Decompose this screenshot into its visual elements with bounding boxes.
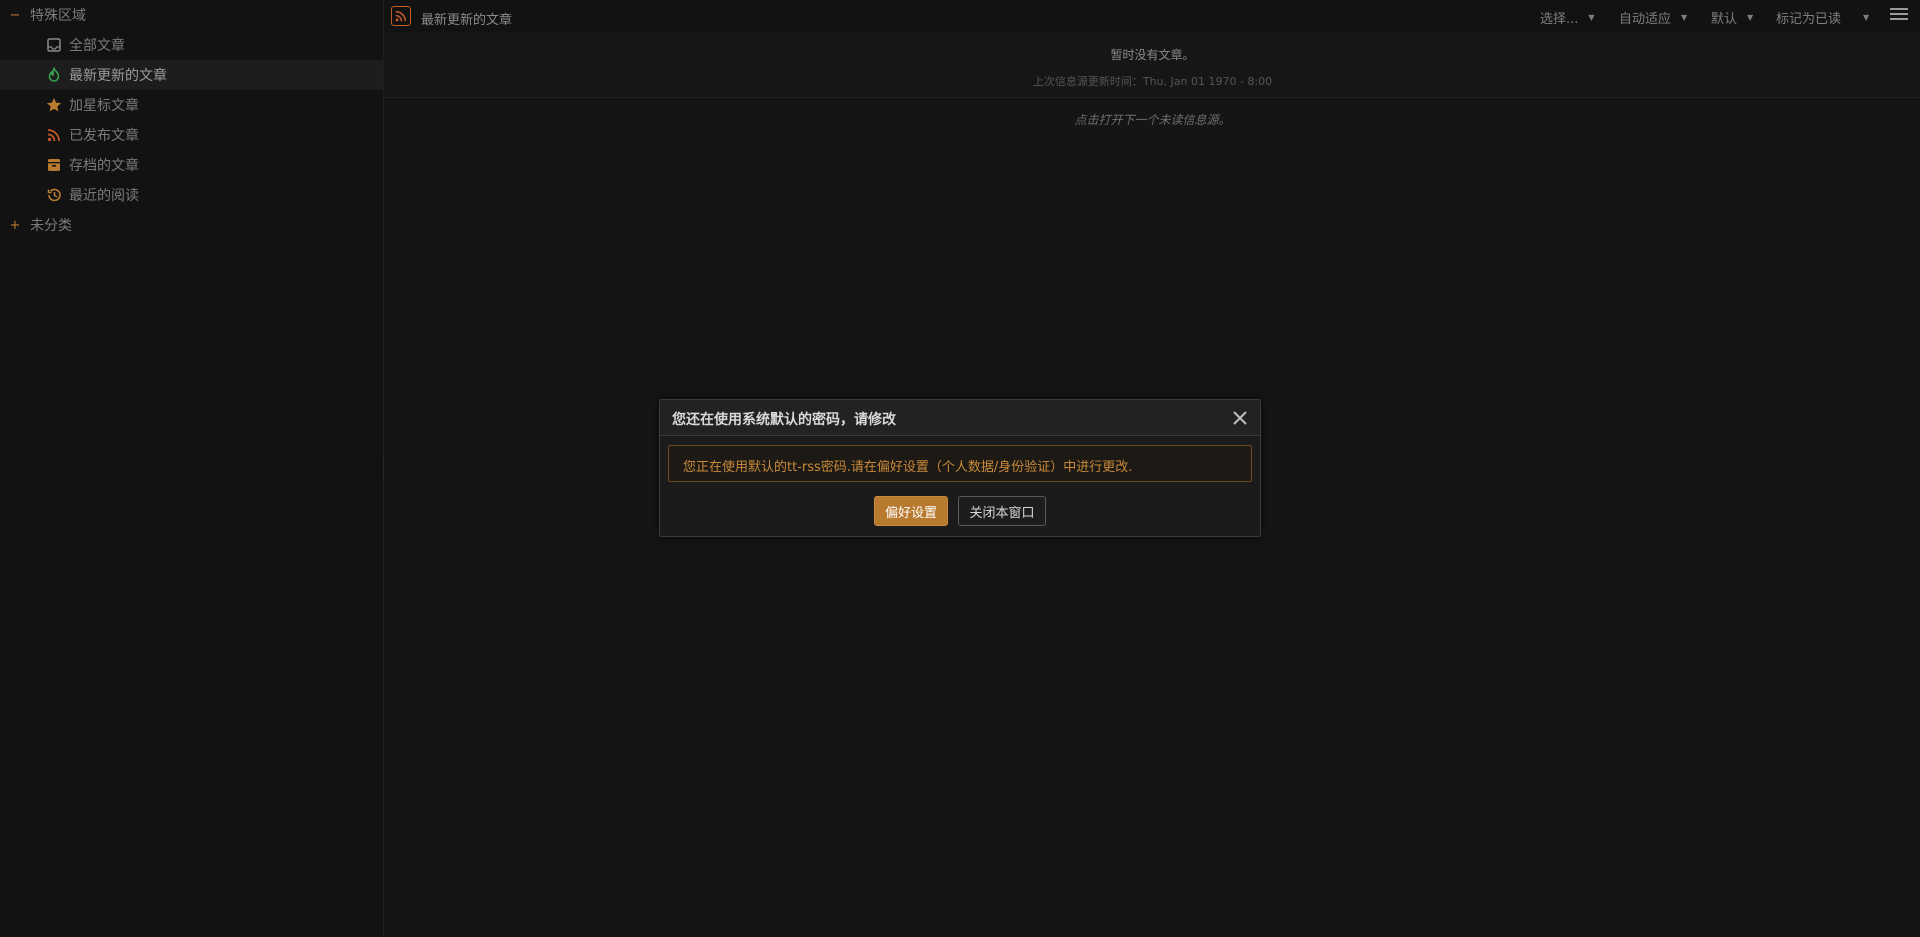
feed-tree-sidebar: − 特殊区域 全部文章 最新更新的文章 加星标文章 已发布文章 存档的文章 最近… — [0, 0, 384, 937]
default-password-dialog: 您还在使用系统默认的密码，请修改 您正在使用默认的tt-rss密码.请在偏好设置… — [659, 399, 1261, 537]
feed-recently-read[interactable]: 最近的阅读 — [0, 180, 383, 210]
category-uncategorized[interactable]: + 未分类 — [0, 210, 383, 240]
order-label: 默认 — [1711, 12, 1738, 27]
select-dropdown[interactable]: 选择... ▼ — [1540, 8, 1595, 27]
feed-label: 全部文章 — [69, 38, 125, 54]
feed-fresh-articles[interactable]: 最新更新的文章 — [0, 60, 383, 90]
app-window: − 特殊区域 全部文章 最新更新的文章 加星标文章 已发布文章 存档的文章 最近… — [0, 0, 1920, 937]
warning-message: 您正在使用默认的tt-rss密码.请在偏好设置（个人数据/身份验证）中进行更改. — [683, 460, 1133, 475]
inbox-icon — [45, 36, 63, 54]
feed-label: 已发布文章 — [69, 128, 139, 144]
dialog-title: 您还在使用系统默认的密码，请修改 — [672, 412, 896, 428]
feed-archived-articles[interactable]: 存档的文章 — [0, 150, 383, 180]
chevron-down-icon: ▼ — [1588, 13, 1595, 22]
mark-read-label: 标记为已读 — [1776, 12, 1842, 27]
feed-all-articles[interactable]: 全部文章 — [0, 30, 383, 60]
order-dropdown[interactable]: 默认 ▼ — [1711, 8, 1753, 27]
hamburger-menu-icon[interactable] — [1890, 8, 1908, 24]
rss-icon — [391, 6, 411, 26]
feed-label: 存档的文章 — [69, 158, 139, 174]
preferences-button[interactable]: 偏好设置 — [874, 496, 948, 526]
feed-label: 最新更新的文章 — [69, 68, 167, 84]
no-articles-message: 暂时没有文章。 — [1110, 48, 1195, 62]
select-dropdown-label: 选择... — [1540, 12, 1579, 27]
view-mode-dropdown[interactable]: 自动适应 ▼ — [1619, 8, 1687, 27]
rss-icon — [45, 126, 63, 144]
warning-alert: 您正在使用默认的tt-rss密码.请在偏好设置（个人数据/身份验证）中进行更改. — [668, 445, 1252, 482]
mark-read-dropdown[interactable]: 标记为已读 ▼ — [1776, 8, 1869, 27]
headlines-info: 暂时没有文章。 上次信息源更新时间：Thu, Jan 01 1970 - 8:0… — [385, 32, 1920, 98]
close-window-button[interactable]: 关闭本窗口 — [958, 496, 1046, 526]
archive-icon — [45, 156, 63, 174]
chevron-down-icon: ▼ — [1681, 13, 1688, 22]
chevron-down-icon: ▼ — [1863, 13, 1870, 22]
category-uncategorized-label: 未分类 — [30, 218, 72, 234]
category-special[interactable]: − 特殊区域 — [0, 0, 383, 30]
feed-label: 加星标文章 — [69, 98, 139, 114]
feed-label: 最近的阅读 — [69, 188, 139, 204]
collapse-icon[interactable]: − — [0, 8, 30, 23]
star-icon — [45, 96, 63, 114]
close-icon[interactable] — [1231, 409, 1249, 427]
fire-icon — [45, 66, 63, 84]
open-next-feed-link[interactable]: 点击打开下一个未读信息源。 — [385, 111, 1920, 128]
chevron-down-icon: ▼ — [1747, 13, 1754, 22]
dialog-header: 您还在使用系统默认的密码，请修改 — [660, 400, 1260, 436]
history-icon — [45, 186, 63, 204]
expand-icon[interactable]: + — [0, 218, 30, 233]
category-special-label: 特殊区域 — [30, 8, 86, 24]
main-toolbar: 最新更新的文章 选择... ▼ 自动适应 ▼ 默认 ▼ 标记为已读 ▼ — [385, 0, 1920, 32]
feed-title: 最新更新的文章 — [421, 13, 513, 28]
feed-published-articles[interactable]: 已发布文章 — [0, 120, 383, 150]
feed-starred-articles[interactable]: 加星标文章 — [0, 90, 383, 120]
view-mode-label: 自动适应 — [1619, 12, 1672, 27]
last-update-text: 上次信息源更新时间：Thu, Jan 01 1970 - 8:00 — [1032, 75, 1273, 88]
